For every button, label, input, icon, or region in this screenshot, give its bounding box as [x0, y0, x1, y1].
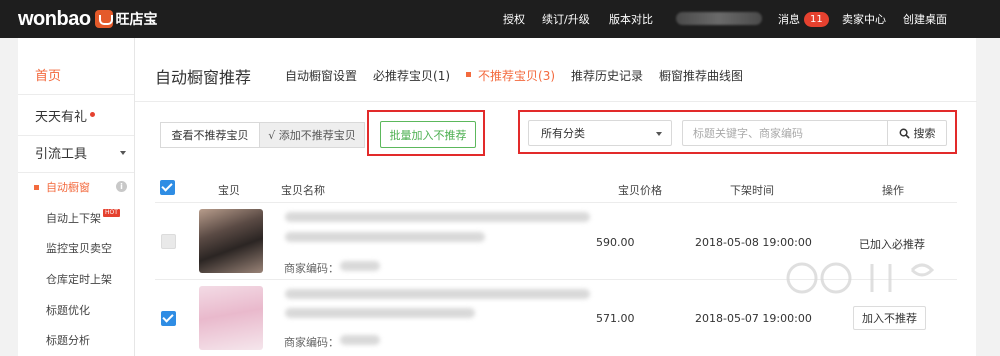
info-icon[interactable]: i [116, 181, 127, 192]
merchant-code-redacted [340, 335, 380, 345]
sidebar-item-label: 引流工具 [35, 147, 88, 162]
nav-messages[interactable]: 消息 [778, 11, 800, 27]
sidebar-item-label: 首页 [35, 69, 62, 84]
sidebar-subitem-title-analysis[interactable]: 标题分析 [18, 325, 134, 355]
divider [155, 202, 957, 203]
product-thumbnail[interactable] [199, 209, 263, 273]
nav-renew-upgrade[interactable]: 续订/升级 [542, 11, 590, 27]
column-header-name: 宝贝名称 [281, 184, 325, 197]
main-panel: 自动橱窗推荐 自动橱窗设置 必推荐宝贝(1) 不推荐宝贝(3) 推荐历史记录 橱… [134, 38, 977, 356]
logo[interactable]: wonbao 旺店宝 [18, 7, 158, 31]
product-title-redacted [285, 308, 475, 318]
sidebar-item-traffic-tools[interactable]: 引流工具 [18, 133, 134, 173]
merchant-code-label: 商家编码： [284, 262, 339, 275]
active-marker-icon [34, 185, 39, 190]
sidebar-subitem-label: 标题优化 [46, 304, 90, 317]
hot-tag: HOT [103, 209, 120, 217]
divider [155, 279, 957, 280]
product-title-redacted [285, 212, 590, 222]
view-not-recommended-button[interactable]: 查看不推荐宝贝 [160, 122, 260, 148]
table-header: 宝贝 宝贝名称 宝贝价格 下架时间 操作 [155, 176, 957, 202]
add-not-recommended-row-button[interactable]: 加入不推荐 [853, 306, 926, 330]
logo-cn-text: 旺店宝 [115, 12, 158, 28]
sidebar-subitem-monitor-soldout[interactable]: 监控宝贝卖空 [18, 233, 134, 263]
sidebar-subitem-warehouse-schedule[interactable]: 仓库定时上架 [18, 264, 134, 294]
tab-not-recommend[interactable]: 不推荐宝贝(3) [466, 67, 555, 84]
sidebar-item-label: 天天有礼 [35, 110, 88, 125]
logo-text: wonbao [18, 7, 91, 30]
tab-history[interactable]: 推荐历史记录 [571, 67, 643, 84]
search-button-label: 搜索 [913, 127, 936, 140]
tab-curve-chart[interactable]: 橱窗推荐曲线图 [659, 67, 743, 84]
nav-create-desktop[interactable]: 创建桌面 [903, 11, 947, 27]
merchant-code-redacted [340, 261, 380, 271]
search-button[interactable]: 搜索 [887, 120, 947, 146]
divider [135, 101, 977, 102]
sidebar-item-daily-gift[interactable]: 天天有礼 [18, 96, 134, 136]
add-not-recommended-button[interactable]: √ 添加不推荐宝贝 [259, 122, 365, 148]
sidebar-item-home[interactable]: 首页 [18, 55, 134, 95]
merchant-code-label: 商家编码： [284, 336, 339, 349]
tab-bar: 自动橱窗设置 必推荐宝贝(1) 不推荐宝贝(3) 推荐历史记录 橱窗推荐曲线图 [285, 67, 759, 84]
sidebar-subitem-label: 标题分析 [46, 334, 90, 347]
batch-add-not-recommended-button[interactable]: 批量加入不推荐 [380, 121, 476, 148]
logo-bag-icon [94, 10, 113, 28]
column-header-action: 操作 [882, 184, 904, 197]
select-all-checkbox[interactable] [160, 180, 175, 195]
account-name-redacted [676, 12, 762, 25]
row-checkbox[interactable] [161, 234, 176, 249]
column-header-offline-time: 下架时间 [730, 184, 774, 197]
new-dot-icon [90, 112, 96, 117]
tab-window-settings[interactable]: 自动橱窗设置 [285, 67, 357, 84]
page-title: 自动橱窗推荐 [155, 68, 252, 87]
category-select[interactable]: 所有分类 [528, 120, 672, 146]
product-price: 590.00 [596, 236, 635, 249]
row-action-status: 已加入必推荐 [859, 238, 925, 251]
column-header-price: 宝贝价格 [618, 184, 662, 197]
sidebar-subitem-label: 自动橱窗 [46, 181, 90, 194]
product-offline-time: 2018-05-07 19:00:00 [695, 312, 812, 325]
tab-label: 不推荐宝贝(3) [478, 69, 556, 83]
row-checkbox[interactable] [161, 311, 176, 326]
search-icon [899, 128, 910, 139]
active-marker-icon [466, 72, 472, 77]
nav-authorize[interactable]: 授权 [503, 11, 525, 27]
search-input[interactable]: 标题关键字、商家编码 [682, 120, 887, 146]
sidebar: 首页 天天有礼 引流工具 自动橱窗 i 自动上下架 HOT 监控宝贝卖空 仓库定… [18, 38, 134, 356]
tab-must-recommend[interactable]: 必推荐宝贝(1) [373, 67, 450, 84]
sidebar-subitem-label: 自动上下架 [46, 212, 101, 225]
top-bar: wonbao 旺店宝 授权 续订/升级 版本对比 消息 11 卖家中心 创建桌面 [0, 0, 1000, 38]
nav-seller-center[interactable]: 卖家中心 [842, 11, 886, 27]
category-select-value: 所有分类 [541, 127, 585, 140]
sidebar-subitem-label: 监控宝贝卖空 [46, 242, 112, 255]
product-offline-time: 2018-05-08 19:00:00 [695, 236, 812, 249]
sidebar-subitem-title-optimize[interactable]: 标题优化 [18, 295, 134, 325]
chevron-down-icon [120, 151, 126, 155]
nav-version-compare[interactable]: 版本对比 [609, 11, 653, 27]
chevron-down-icon [656, 132, 662, 136]
column-header-item: 宝贝 [218, 184, 240, 197]
product-thumbnail[interactable] [199, 286, 263, 350]
sidebar-subitem-auto-window[interactable]: 自动橱窗 i [18, 172, 134, 202]
product-price: 571.00 [596, 312, 635, 325]
sidebar-subitem-auto-listing[interactable]: 自动上下架 HOT [18, 203, 134, 233]
messages-count-badge: 11 [804, 11, 829, 27]
product-title-redacted [285, 289, 590, 299]
product-title-redacted [285, 232, 485, 242]
sidebar-subitem-label: 仓库定时上架 [46, 273, 112, 286]
